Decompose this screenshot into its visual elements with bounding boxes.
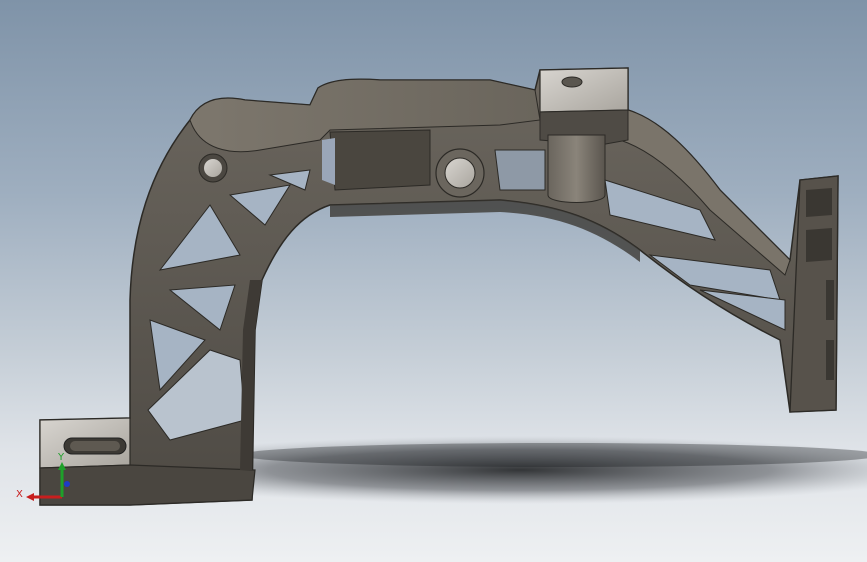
graphics-viewport[interactable]: X Y: [0, 0, 867, 562]
coordinate-triad: X Y: [16, 452, 70, 501]
x-axis-label: X: [16, 489, 23, 500]
y-axis-label: Y: [57, 452, 65, 463]
